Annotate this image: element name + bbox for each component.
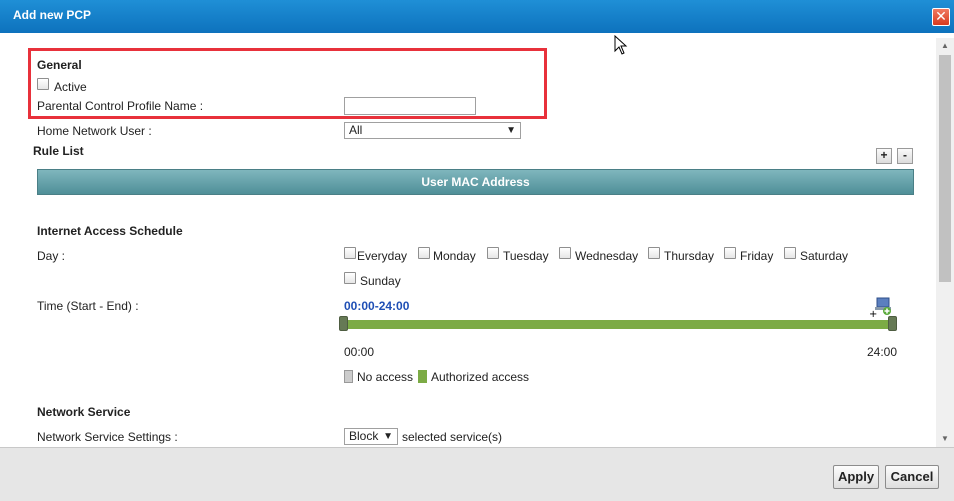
window-title: Add new PCP (13, 8, 92, 22)
legend-no-access-swatch (344, 370, 353, 383)
cancel-button[interactable]: Cancel (885, 465, 939, 489)
day-label-wednesday: Wednesday (575, 249, 639, 263)
vertical-scrollbar[interactable]: ▲ ▼ (936, 38, 954, 447)
profile-name-label: Parental Control Profile Name : (37, 99, 204, 113)
network-service-mode-select[interactable]: Block ▼ (344, 428, 398, 445)
day-checkbox-saturday[interactable] (784, 247, 796, 259)
apply-button[interactable]: Apply (833, 465, 879, 489)
active-checkbox[interactable] (37, 78, 49, 90)
day-label-everyday: Everyday (357, 249, 408, 263)
day-label: Day : (37, 249, 66, 263)
day-label-sunday: Sunday (360, 274, 401, 288)
end-time-label: 24:00 (867, 345, 898, 359)
day-label-thursday: Thursday (664, 249, 715, 263)
mac-address-header: User MAC Address (37, 169, 914, 195)
start-time-label: 00:00 (344, 345, 375, 359)
time-label: Time (Start - End) : (37, 299, 139, 313)
day-label-friday: Friday (740, 249, 774, 263)
time-range-link[interactable]: 00:00-24:00 (344, 299, 409, 313)
general-heading: General (37, 58, 82, 72)
day-checkbox-monday[interactable] (418, 247, 430, 259)
scroll-down-icon[interactable]: ▼ (936, 431, 954, 447)
home-user-label: Home Network User : (37, 124, 152, 138)
access-slider-track[interactable] (344, 320, 893, 329)
schedule-heading: Internet Access Schedule (37, 224, 183, 238)
title-bar: Add new PCP ✕ (0, 0, 954, 33)
profile-name-input[interactable] (344, 97, 476, 115)
slider-start-handle[interactable] (339, 316, 348, 331)
network-service-mode: Block (349, 429, 379, 443)
remove-rule-button[interactable]: - (897, 148, 913, 164)
home-user-selected: All (349, 123, 363, 137)
day-checkbox-wednesday[interactable] (559, 247, 571, 259)
legend-authorized-label: Authorized access (431, 370, 530, 384)
chevron-down-icon: ▼ (383, 431, 393, 442)
network-service-settings-label: Network Service Settings : (37, 430, 178, 444)
close-icon[interactable]: ✕ (932, 8, 950, 26)
day-label-saturday: Saturday (800, 249, 849, 263)
svg-text:+: + (869, 309, 877, 319)
mouse-cursor-icon (614, 34, 628, 58)
rule-list-heading: Rule List (33, 144, 84, 158)
day-checkbox-friday[interactable] (724, 247, 736, 259)
day-checkbox-thursday[interactable] (648, 247, 660, 259)
dialog-content: General Active Parental Control Profile … (0, 33, 936, 447)
active-label: Active (54, 80, 87, 94)
add-rule-button[interactable]: + (876, 148, 892, 164)
scroll-up-icon[interactable]: ▲ (936, 38, 954, 54)
network-service-suffix: selected service(s) (402, 430, 503, 444)
day-checkbox-tuesday[interactable] (487, 247, 499, 259)
home-user-select[interactable]: All ▼ (344, 122, 521, 139)
day-label-monday: Monday (433, 249, 476, 263)
day-checkbox-sunday[interactable] (344, 272, 356, 284)
slider-end-handle[interactable] (888, 316, 897, 331)
day-label-tuesday: Tuesday (503, 249, 549, 263)
network-service-heading: Network Service (37, 405, 131, 419)
legend-no-access-label: No access (357, 370, 414, 384)
day-checkbox-everyday[interactable] (344, 247, 356, 259)
scroll-thumb[interactable] (939, 55, 951, 282)
chevron-down-icon: ▼ (506, 125, 516, 136)
dialog-footer: Apply Cancel (0, 447, 954, 501)
legend-authorized-swatch (418, 370, 427, 383)
